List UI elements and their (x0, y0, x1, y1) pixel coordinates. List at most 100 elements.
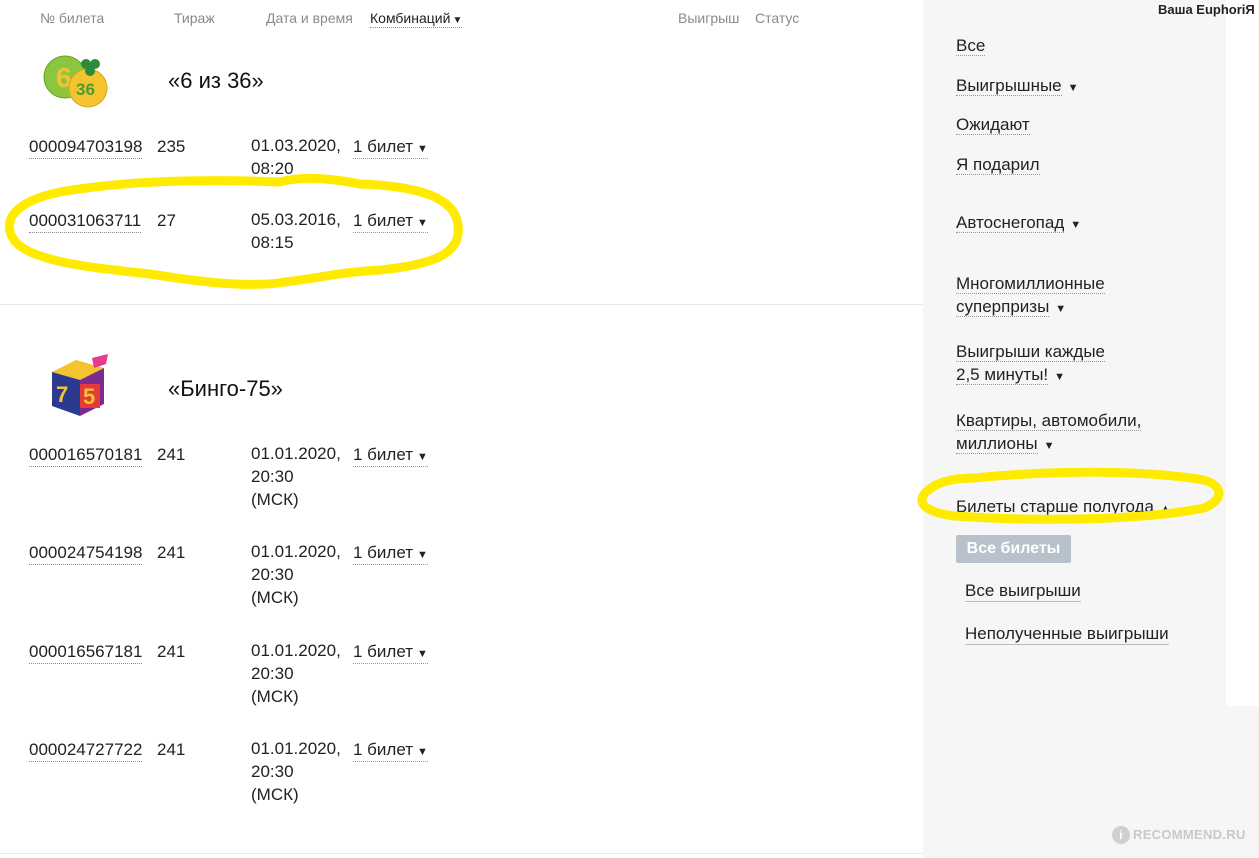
filter-every-2-5-min[interactable]: Выигрыши каждые 2,5 минуты! ▼ (956, 340, 1106, 389)
column-header-combinations[interactable]: Комбинаций ▼ (370, 10, 463, 28)
all-tickets-button[interactable]: Все билеты (956, 535, 1071, 563)
watermark-text: RECOMMEND.RU (1133, 827, 1246, 842)
ticket-timezone: (МСК) (251, 490, 299, 509)
caret-down-icon: ▼ (417, 549, 428, 561)
column-header-win: Выигрыш (678, 10, 740, 26)
recommend-logo-icon: i (1112, 826, 1130, 844)
caret-down-icon: ▼ (417, 217, 428, 229)
filter-winning[interactable]: Выигрышные ▼ (956, 74, 1079, 100)
filter-every-line1: Выигрыши каждые (956, 342, 1106, 362)
ticket-draw: 241 (157, 543, 186, 562)
ticket-number-link[interactable]: 000016567181 (29, 642, 143, 664)
ticket-combinations-dropdown[interactable]: 1 билет ▼ (353, 543, 428, 565)
user-greeting[interactable]: Ваша EuphoriЯ (1158, 2, 1255, 17)
ticket-combinations-dropdown[interactable]: 1 билет ▼ (353, 445, 428, 467)
unclaimed-wins-link[interactable]: Неполученные выигрыши (965, 624, 1169, 645)
ticket-time: 20:30 (251, 467, 294, 486)
ticket-datetime: 01.01.2020, 20:30 (МСК) (251, 737, 341, 806)
six-of-36-logo-icon: 6 36 (43, 55, 108, 108)
filter-mega-prizes[interactable]: Многомиллионные суперпризы ▼ (956, 272, 1105, 321)
combinations-label: 1 билет (353, 642, 414, 661)
column-header-draw: Тираж (174, 10, 215, 26)
svg-text:7: 7 (56, 382, 68, 407)
filter-autosnow-label: Автоснегопад (956, 213, 1065, 233)
column-header-ticket: № билета (40, 10, 105, 26)
ticket-time: 20:30 (251, 762, 294, 781)
ticket-datetime: 01.01.2020, 20:30 (МСК) (251, 540, 341, 609)
filter-older-label: Билеты старше полугода (956, 497, 1154, 517)
lottery-6-36-logo: 6 36 (42, 52, 112, 115)
lottery-title: «Бинго-75» (168, 376, 283, 401)
filter-waiting[interactable]: Ожидают (956, 113, 1030, 136)
filter-flats-line2: миллионы (956, 434, 1038, 454)
caret-down-icon: ▼ (1067, 82, 1079, 94)
ticket-combinations-dropdown[interactable]: 1 билет ▼ (353, 211, 428, 233)
caret-down-icon: ▼ (417, 451, 428, 463)
ticket-number-link[interactable]: 000094703198 (29, 137, 143, 159)
caret-down-icon: ▼ (1070, 219, 1082, 231)
ticket-draw: 235 (157, 137, 186, 156)
filter-winning-label: Выигрышные (956, 76, 1062, 96)
caret-down-icon: ▼ (417, 143, 428, 155)
ticket-date: 01.01.2020, (251, 542, 341, 561)
ticket-timezone: (МСК) (251, 588, 299, 607)
caret-down-icon: ▼ (417, 746, 428, 758)
sidebar-gap (1226, 0, 1259, 706)
ticket-draw: 241 (157, 642, 186, 661)
lottery-bingo-75-logo: 7 5 (48, 354, 110, 423)
section-divider (0, 853, 922, 854)
ticket-time: 20:30 (251, 664, 294, 683)
ticket-draw: 27 (157, 211, 176, 230)
combinations-label: 1 билет (353, 211, 414, 230)
filter-mega-line1: Многомиллионные (956, 274, 1105, 294)
watermark: i RECOMMEND.RU (1112, 826, 1246, 844)
filter-gifted-label: Я подарил (956, 155, 1040, 175)
ticket-combinations-dropdown[interactable]: 1 билет ▼ (353, 137, 428, 159)
filter-older-tickets[interactable]: Билеты старше полугода ▲ (956, 495, 1171, 521)
svg-text:36: 36 (76, 80, 95, 99)
ticket-date: 01.03.2020, (251, 136, 341, 155)
combinations-label: 1 билет (353, 740, 414, 759)
ticket-number-link[interactable]: 000024754198 (29, 543, 143, 565)
caret-down-icon: ▼ (1055, 303, 1067, 315)
filter-autosnow[interactable]: Автоснегопад ▼ (956, 211, 1081, 237)
caret-down-icon: ▼ (417, 648, 428, 660)
filter-all[interactable]: Все (956, 34, 986, 57)
ticket-combinations-dropdown[interactable]: 1 билет ▼ (353, 740, 428, 762)
column-header-datetime: Дата и время (266, 10, 353, 26)
column-header-combinations-label: Комбинаций (370, 10, 451, 26)
ticket-timezone: (МСК) (251, 785, 299, 804)
caret-down-icon: ▼ (1054, 371, 1066, 383)
ticket-draw: 241 (157, 445, 186, 464)
caret-down-icon: ▼ (1043, 440, 1055, 452)
lottery-title: «6 из 36» (168, 68, 264, 93)
combinations-label: 1 билет (353, 543, 414, 562)
filter-gifted[interactable]: Я подарил (956, 153, 1040, 176)
ticket-combinations-dropdown[interactable]: 1 билет ▼ (353, 642, 428, 664)
filter-flats-cars[interactable]: Квартиры, автомобили, миллионы ▼ (956, 409, 1142, 458)
filter-every-line2: 2,5 минуты! (956, 365, 1049, 385)
ticket-datetime: 01.01.2020, 20:30 (МСК) (251, 442, 341, 511)
filter-mega-line2: суперпризы (956, 297, 1050, 317)
combinations-label: 1 билет (353, 445, 414, 464)
ticket-timezone: (МСК) (251, 687, 299, 706)
ticket-time: 08:15 (251, 233, 294, 252)
ticket-datetime: 01.01.2020, 20:30 (МСК) (251, 639, 341, 708)
ticket-draw: 241 (157, 740, 186, 759)
caret-up-icon: ▲ (1160, 503, 1171, 515)
ticket-date: 01.01.2020, (251, 739, 341, 758)
ticket-number-link[interactable]: 000031063711 (29, 211, 142, 233)
bingo-75-cube-icon: 7 5 (52, 354, 108, 416)
ticket-number-link[interactable]: 000016570181 (29, 445, 143, 467)
ticket-date: 05.03.2016, (251, 210, 341, 229)
ticket-date: 01.01.2020, (251, 444, 341, 463)
filter-waiting-label: Ожидают (956, 115, 1030, 135)
ticket-time: 08:20 (251, 159, 294, 178)
section-divider (0, 304, 922, 305)
ticket-number-link[interactable]: 000024727722 (29, 740, 143, 762)
ticket-datetime: 01.03.2020, 08:20 (251, 134, 341, 180)
ticket-time: 20:30 (251, 565, 294, 584)
all-wins-link[interactable]: Все выигрыши (965, 581, 1081, 602)
column-header-status: Статус (755, 10, 800, 26)
filter-all-label: Все (956, 36, 986, 56)
